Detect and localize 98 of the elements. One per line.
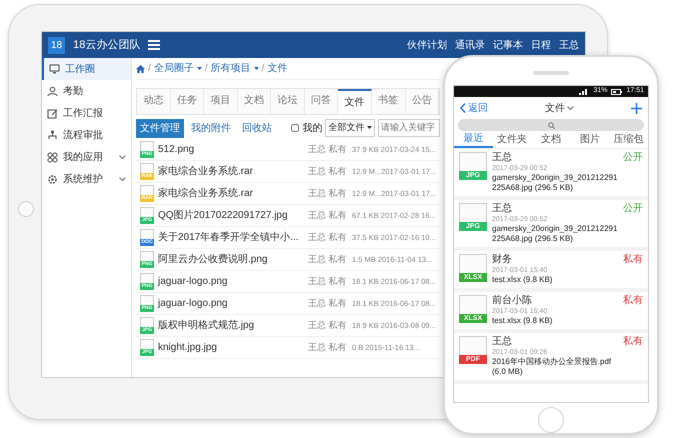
nav-link[interactable]: 伙伴计划 bbox=[407, 38, 447, 52]
tab[interactable]: 动态 bbox=[137, 89, 171, 114]
owner-name: 财务 bbox=[492, 254, 513, 266]
visibility-label: 私有 bbox=[623, 295, 643, 308]
sidebar-item[interactable]: 考勤 bbox=[42, 80, 131, 102]
tab[interactable]: 文件夹 bbox=[492, 131, 532, 148]
monitor-icon bbox=[49, 64, 60, 74]
file-owner: 王总 私有 bbox=[308, 164, 348, 178]
breadcrumb-separator: / bbox=[262, 62, 264, 76]
owner-name: 王总 bbox=[492, 152, 513, 164]
nav-link[interactable]: 通讯录 bbox=[455, 38, 485, 52]
file-owner: 王总 私有 bbox=[308, 230, 348, 244]
toolbar-button[interactable]: 文件管理 bbox=[136, 118, 184, 138]
breadcrumb-link[interactable]: 所有项目 bbox=[210, 61, 251, 76]
file-name[interactable]: jaguar-logo.png bbox=[158, 274, 304, 289]
file-owner: 王总 私有 bbox=[308, 252, 348, 266]
file-name: gamersky_20origin_39_201212291225A68.jpg (296.5 KB) bbox=[492, 224, 618, 244]
brand-name: 18云办公团队 bbox=[73, 38, 140, 53]
tab[interactable]: 书签 bbox=[372, 89, 406, 114]
owner-name: 王总 bbox=[492, 203, 513, 215]
screen-title: 文件 bbox=[545, 102, 565, 116]
battery-icon bbox=[611, 88, 622, 94]
back-button[interactable]: 返回 bbox=[460, 100, 488, 116]
checkbox-label: 我的 bbox=[302, 122, 322, 136]
sidebar-label: 工作汇报 bbox=[63, 106, 104, 120]
owner-name: 王总 bbox=[492, 336, 513, 348]
visibility-label: 公开 bbox=[623, 203, 643, 216]
toolbar-button[interactable]: 我的附件 bbox=[187, 118, 235, 138]
apps-icon bbox=[47, 152, 58, 162]
tab[interactable]: 项目 bbox=[204, 89, 238, 114]
gear-icon bbox=[47, 174, 58, 184]
breadcrumb-separator: / bbox=[148, 62, 151, 76]
chevron-left-icon bbox=[460, 103, 466, 113]
visibility-label: 私有 bbox=[623, 336, 643, 349]
file-owner: 王总 私有 bbox=[308, 318, 348, 332]
signal-icon bbox=[579, 88, 590, 94]
sidebar-item[interactable]: 工作圈 bbox=[42, 58, 131, 80]
file-name[interactable]: 阿里云办公收费说明.png bbox=[158, 252, 304, 267]
owner-name: 前台小陈 bbox=[492, 295, 533, 307]
sidebar-label: 工作圈 bbox=[65, 62, 96, 76]
tab[interactable]: 压缩包 bbox=[609, 131, 648, 148]
tab[interactable]: 文件 bbox=[338, 89, 372, 114]
tab[interactable]: 任务 bbox=[170, 89, 204, 114]
add-icon[interactable] bbox=[631, 102, 642, 114]
file-name[interactable]: 家电综合业务系统.rar bbox=[158, 164, 304, 179]
checkbox[interactable] bbox=[291, 124, 300, 132]
file-owner: 王总 私有 bbox=[308, 142, 348, 156]
tab[interactable]: 文档 bbox=[238, 89, 272, 114]
tab[interactable]: 图片 bbox=[570, 131, 610, 148]
tab[interactable]: 最近 bbox=[454, 131, 493, 148]
file-name[interactable]: jaguar-logo.png bbox=[158, 296, 304, 311]
flowchart-icon bbox=[47, 130, 58, 140]
chevron-icon[interactable] bbox=[567, 106, 574, 110]
tab[interactable]: 公告 bbox=[406, 89, 440, 114]
nav-link[interactable]: 记事本 bbox=[493, 38, 523, 52]
menu-icon[interactable] bbox=[148, 40, 160, 50]
file-owner: 王总 私有 bbox=[308, 186, 348, 200]
file-name: 2016年中国移动办公全景报告.pdf (6.0 MB) bbox=[492, 357, 612, 377]
type-select[interactable]: 全部文件 bbox=[325, 119, 375, 137]
visibility-label: 公开 bbox=[623, 152, 643, 165]
file-owner: 王总 私有 bbox=[308, 274, 348, 288]
file-name[interactable]: 512.png bbox=[158, 142, 304, 157]
nav-link[interactable]: 日程 bbox=[531, 38, 551, 52]
file-name[interactable]: 关于2017年春季开学全镇中小... bbox=[158, 230, 304, 245]
caret-icon bbox=[367, 126, 372, 130]
file-name[interactable]: 家电综合业务系统.rar bbox=[158, 186, 304, 201]
edit-icon bbox=[47, 108, 58, 118]
person-icon bbox=[47, 86, 58, 96]
file-owner: 王总 私有 bbox=[308, 296, 348, 310]
file-name[interactable]: knight.jpg.jpg bbox=[158, 340, 304, 355]
home-icon[interactable] bbox=[136, 64, 145, 72]
file-name: test.xlsx (9.8 KB) bbox=[492, 316, 554, 326]
sidebar-item[interactable]: 工作汇报 bbox=[42, 102, 131, 124]
breadcrumb-link[interactable]: 全局圈子 bbox=[154, 61, 194, 76]
speaker bbox=[533, 71, 569, 75]
file-name: test.xlsx (9.8 KB) bbox=[492, 275, 554, 285]
sidebar-item[interactable]: 系统维护 bbox=[42, 168, 131, 190]
nav-link[interactable]: 王总 bbox=[559, 38, 579, 52]
file-name[interactable]: 版权申明格式规范.jpg bbox=[158, 318, 304, 333]
search-icon bbox=[548, 122, 554, 128]
tab[interactable]: 论坛 bbox=[271, 89, 305, 114]
file-name: gamersky_20origin_39_201212291225A68.jpg (296.5 KB) bbox=[492, 173, 618, 193]
toolbar-button[interactable]: 回收站 bbox=[238, 118, 276, 138]
sidebar-item[interactable]: 我的应用 bbox=[42, 146, 131, 168]
search-field[interactable]: 请输入关键字 bbox=[378, 119, 440, 137]
sidebar-label: 流程审批 bbox=[63, 128, 104, 142]
breadcrumb-separator: / bbox=[204, 62, 208, 76]
tab[interactable]: 文档 bbox=[532, 131, 570, 148]
breadcrumb-link[interactable]: 文件 bbox=[267, 61, 288, 76]
file-owner: 王总 私有 bbox=[308, 208, 348, 222]
sidebar-label: 考勤 bbox=[63, 84, 84, 98]
sidebar-label: 系统维护 bbox=[63, 172, 104, 186]
file-name[interactable]: QQ图片20170222091727.jpg bbox=[158, 208, 304, 223]
visibility-label: 私有 bbox=[623, 254, 643, 267]
file-owner: 王总 私有 bbox=[308, 340, 348, 354]
sidebar-label: 我的应用 bbox=[63, 150, 104, 164]
sidebar-item[interactable]: 流程审批 bbox=[42, 124, 131, 146]
logo: 18 bbox=[48, 36, 66, 54]
